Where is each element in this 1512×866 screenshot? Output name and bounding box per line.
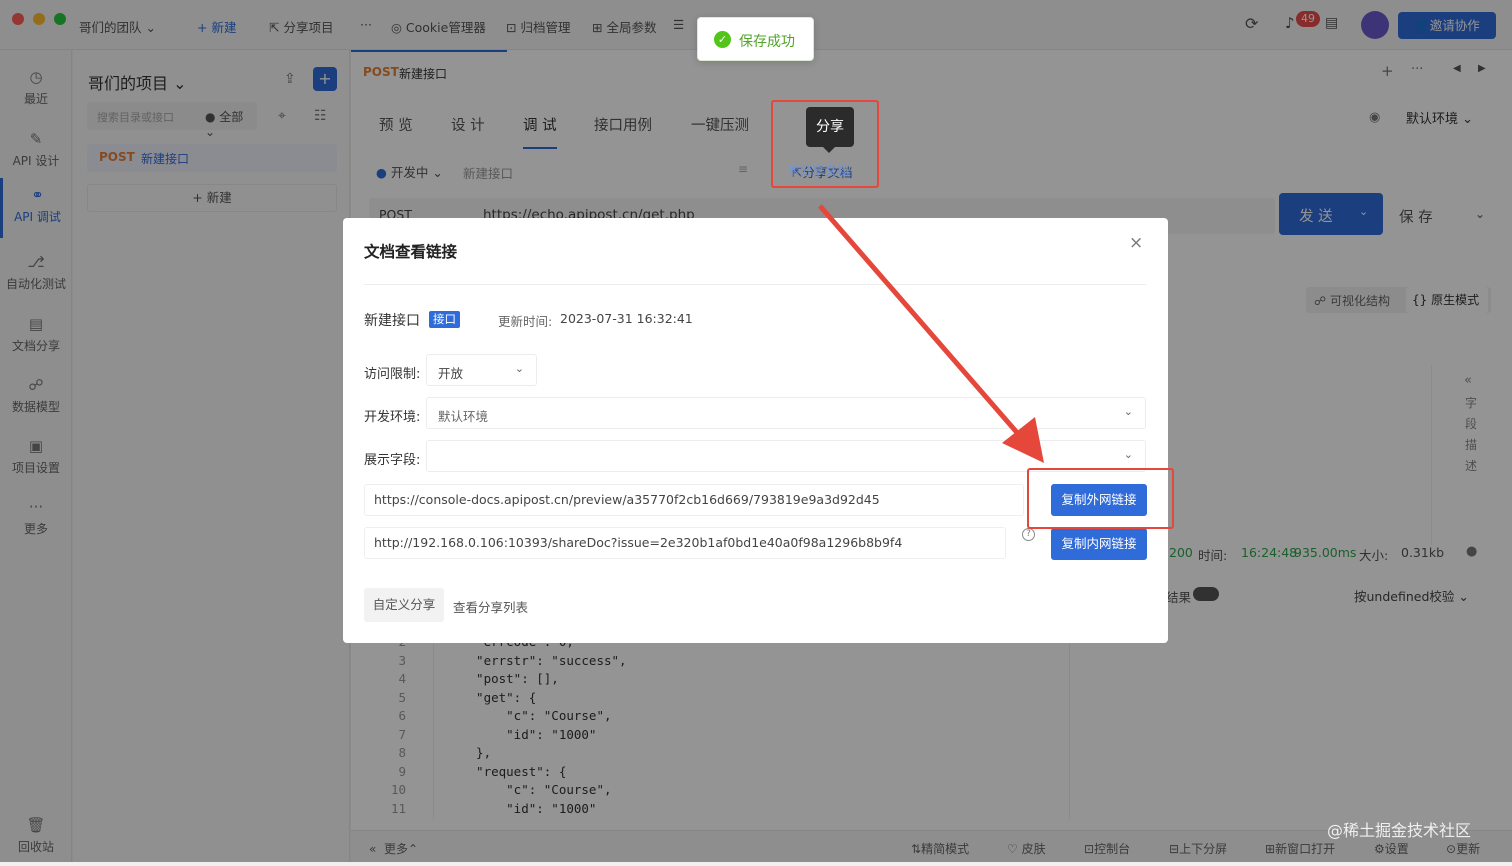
annotation-arrow xyxy=(818,204,1044,463)
check-circle-icon: ✓ xyxy=(714,31,731,48)
arrow-line xyxy=(818,204,1022,438)
success-toast: ✓ 保存成功 xyxy=(697,17,814,61)
toast-text: 保存成功 xyxy=(739,34,795,50)
watermark: @稀土掘金技术社区 xyxy=(1327,821,1472,840)
